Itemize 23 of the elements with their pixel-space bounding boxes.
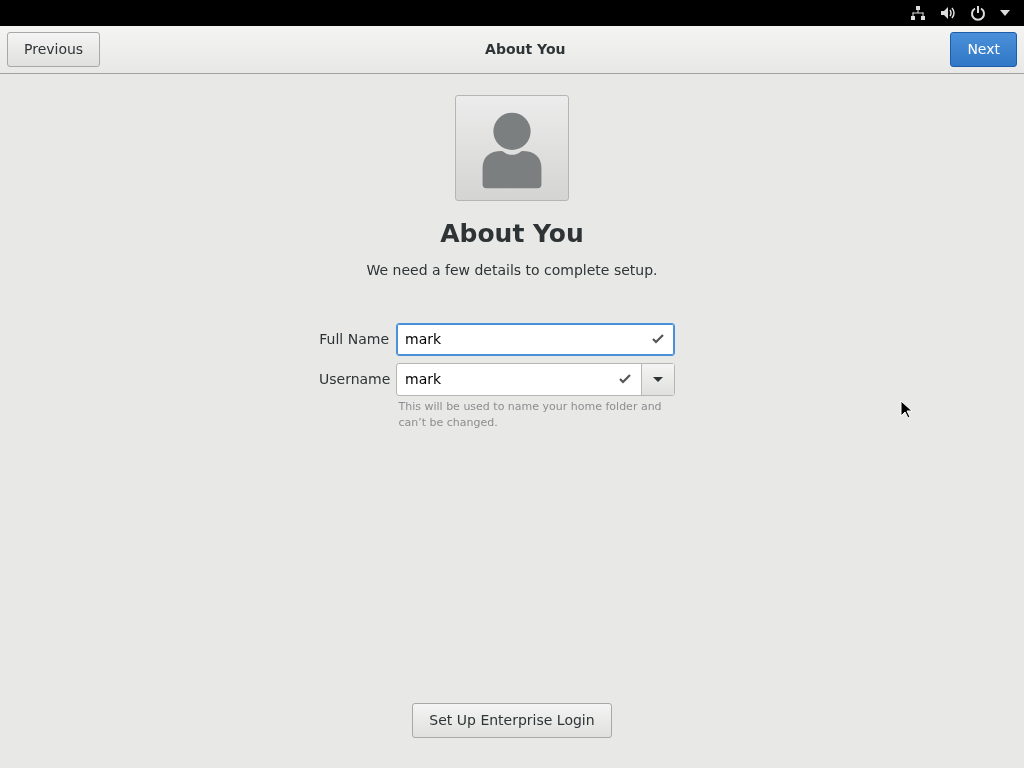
dropdown-button[interactable] bbox=[641, 363, 674, 395]
power-icon[interactable] bbox=[970, 5, 986, 21]
caret-icon bbox=[653, 376, 663, 382]
network-icon[interactable] bbox=[910, 5, 926, 21]
text-field[interactable]: mark bbox=[396, 362, 675, 396]
previous-button[interactable]: Previous bbox=[7, 32, 101, 67]
text-input[interactable]: mark bbox=[397, 328, 652, 350]
subtitle: We need a few details to complete setup. bbox=[366, 260, 658, 280]
field-label: Username bbox=[319, 369, 389, 389]
text-field[interactable]: mark bbox=[396, 322, 675, 356]
hint-text: This will be used to name your home folder and can’t be changed. bbox=[398, 399, 663, 431]
volume-icon[interactable] bbox=[940, 5, 956, 21]
checkmark-icon bbox=[652, 334, 664, 344]
avatar-placeholder[interactable] bbox=[455, 95, 569, 201]
field-label: Full Name bbox=[319, 329, 389, 349]
text-input[interactable]: mark bbox=[397, 368, 619, 390]
heading: About You bbox=[440, 218, 584, 250]
header-title: About You bbox=[485, 40, 566, 59]
checkmark-icon bbox=[619, 374, 631, 384]
enterprise-login-button[interactable]: Set Up Enterprise Login bbox=[412, 703, 612, 738]
caret-icon[interactable] bbox=[1000, 10, 1010, 16]
cursor-icon bbox=[900, 400, 912, 419]
next-button[interactable]: Next bbox=[950, 32, 1017, 67]
